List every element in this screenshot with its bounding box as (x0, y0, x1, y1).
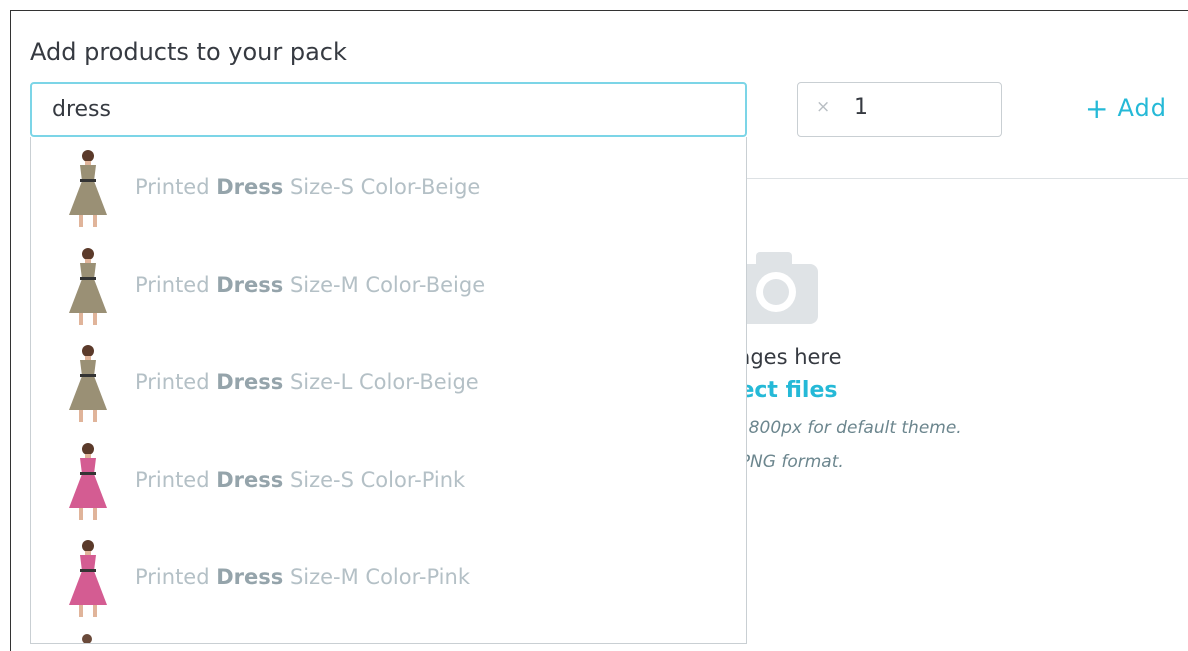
add-product-button[interactable]: + Add (1085, 92, 1167, 125)
suggestion-match: Dress (216, 565, 284, 589)
quantity-clear-icon[interactable]: × (816, 97, 830, 117)
suggestion-suffix: Size-M Color-Beige (283, 272, 486, 297)
suggestion-label: Printed Dress Size-L Color-Beige (135, 370, 479, 394)
suggestion-match: Dress (216, 370, 284, 394)
dress-thumbnail (69, 345, 107, 422)
dropzone-size-hint: 0 x 800px for default theme. (717, 418, 962, 438)
suggestion-item[interactable]: Printed Dress Size-S Color-Beige (31, 139, 746, 236)
search-suggestions-dropdown: Printed Dress Size-S Color-Beige Printed … (30, 137, 747, 644)
suggestion-item[interactable]: Printed Dress Size-M Color-Beige (31, 237, 746, 334)
suggestion-item[interactable]: Printed Dress Size-S Color-Pink (31, 432, 746, 529)
pack-label: Add products to your pack (30, 38, 347, 66)
suggestion-match: Dress (216, 272, 284, 297)
quantity-field[interactable]: × 1 (797, 82, 1002, 137)
suggestion-suffix: Size-S Color-Beige (283, 175, 481, 199)
plus-icon: + (1085, 92, 1110, 125)
add-label: Add (1117, 94, 1167, 122)
dress-thumbnail (69, 540, 107, 617)
suggestion-label: Printed Dress Size-S Color-Pink (135, 468, 465, 492)
dress-thumbnail (82, 634, 92, 643)
suggestion-match: Dress (216, 175, 284, 199)
product-search-input[interactable] (30, 82, 747, 137)
quantity-value: 1 (854, 95, 868, 120)
dress-thumbnail (69, 247, 107, 325)
suggestion-suffix: Size-S Color-Pink (283, 467, 466, 492)
suggestion-match: Dress (216, 467, 284, 492)
suggestion-suffix: Size-M Color-Pink (283, 565, 470, 589)
suggestion-prefix: Printed (135, 272, 217, 297)
suggestion-label: Printed Dress Size-M Color-Beige (135, 273, 485, 297)
suggestion-prefix: Printed (135, 370, 217, 394)
divider (747, 178, 1188, 179)
suggestion-suffix: Size-L Color-Beige (283, 370, 479, 394)
dress-thumbnail (69, 150, 107, 227)
suggestion-item[interactable]: Printed Dress Size-M Color-Pink (31, 529, 746, 626)
suggestion-item[interactable]: Printed Dress Size-L Color-Beige (31, 334, 746, 431)
suggestion-prefix: Printed (135, 565, 217, 589)
suggestion-label: Printed Dress Size-M Color-Pink (135, 565, 470, 589)
suggestion-prefix: Printed (135, 467, 217, 492)
dress-thumbnail (69, 442, 107, 520)
suggestion-label: Printed Dress Size-S Color-Beige (135, 175, 480, 199)
suggestion-prefix: Printed (135, 175, 217, 199)
